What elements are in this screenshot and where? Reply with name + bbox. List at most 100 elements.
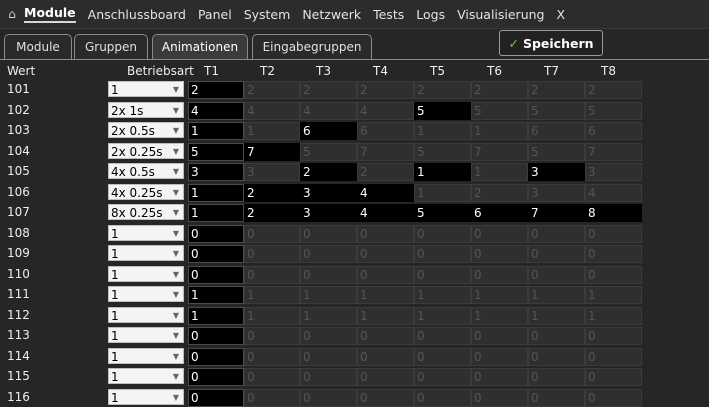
cell-t2[interactable]: 7 [244, 142, 300, 161]
betriebsart-select[interactable]: 4x 0.25s ▼ [108, 183, 184, 200]
cell-t1[interactable]: 5 [188, 142, 244, 161]
save-button[interactable]: ✓ Speichern [499, 30, 603, 56]
cell-t7[interactable]: 1 [528, 286, 585, 304]
betriebsart-select[interactable]: 1 ▼ [108, 306, 184, 323]
cell-t3[interactable]: 0 [300, 265, 357, 284]
cell-t7[interactable]: 6 [528, 122, 585, 140]
cell-t2[interactable]: 0 [244, 265, 300, 284]
cell-t2[interactable]: 2 [244, 204, 300, 222]
cell-t4[interactable]: 2 [357, 163, 414, 181]
betriebsart-select[interactable]: 8x 0.25s ▼ [108, 204, 184, 220]
cell-t5[interactable]: 5 [414, 101, 471, 120]
cell-t4[interactable]: 0 [357, 224, 414, 243]
cell-t7[interactable]: 2 [528, 81, 585, 99]
betriebsart-select[interactable]: 2x 0.25s ▼ [108, 142, 184, 159]
cell-t8[interactable]: 1 [585, 286, 642, 304]
betriebsart-select[interactable]: 2x 1s ▼ [108, 101, 184, 118]
cell-t3[interactable]: 0 [300, 245, 357, 263]
cell-t4[interactable]: 4 [357, 101, 414, 120]
cell-t6[interactable]: 0 [471, 245, 528, 263]
cell-t5[interactable]: 0 [414, 347, 471, 366]
cell-t3[interactable]: 3 [300, 204, 357, 222]
nav-item-netzwerk[interactable]: Netzwerk [302, 7, 361, 22]
cell-t1[interactable]: 1 [188, 183, 244, 202]
nav-item-tests[interactable]: Tests [373, 7, 404, 22]
home-icon[interactable]: ⌂ [0, 7, 24, 21]
cell-t7[interactable]: 7 [528, 204, 585, 222]
cell-t3[interactable]: 0 [300, 327, 357, 345]
cell-t4[interactable]: 1 [357, 306, 414, 325]
betriebsart-select[interactable]: 1 ▼ [108, 347, 184, 364]
cell-t6[interactable]: 7 [471, 142, 528, 161]
tab-eingabegruppen[interactable]: Eingabegruppen [252, 34, 372, 59]
cell-t8[interactable]: 2 [585, 81, 642, 99]
cell-t3[interactable]: 4 [300, 101, 357, 120]
cell-t7[interactable]: 0 [528, 347, 585, 366]
cell-t4[interactable]: 2 [357, 81, 414, 99]
cell-t1[interactable]: 4 [188, 101, 244, 120]
cell-t5[interactable]: 1 [414, 306, 471, 325]
nav-item-visualisierung[interactable]: Visualisierung [457, 7, 544, 22]
cell-t7[interactable]: 0 [528, 224, 585, 243]
cell-t6[interactable]: 1 [471, 306, 528, 325]
cell-t4[interactable]: 0 [357, 347, 414, 366]
cell-t6[interactable]: 0 [471, 347, 528, 366]
betriebsart-select[interactable]: 1 ▼ [108, 265, 184, 282]
cell-t8[interactable]: 0 [585, 347, 642, 366]
cell-t6[interactable]: 0 [471, 327, 528, 345]
betriebsart-select[interactable]: 4x 0.5s ▼ [108, 163, 184, 179]
cell-t8[interactable]: 0 [585, 245, 642, 263]
cell-t8[interactable]: 4 [585, 183, 642, 202]
cell-t8[interactable]: 1 [585, 306, 642, 325]
cell-t1[interactable]: 0 [188, 245, 244, 263]
betriebsart-select[interactable]: 1 ▼ [108, 224, 184, 241]
cell-t7[interactable]: 0 [528, 265, 585, 284]
cell-t6[interactable]: 0 [471, 368, 528, 386]
cell-t4[interactable]: 6 [357, 122, 414, 140]
cell-t8[interactable]: 0 [585, 388, 642, 407]
cell-t2[interactable]: 2 [244, 81, 300, 99]
cell-t3[interactable]: 0 [300, 224, 357, 243]
cell-t4[interactable]: 4 [357, 204, 414, 222]
cell-t6[interactable]: 0 [471, 224, 528, 243]
cell-t6[interactable]: 2 [471, 81, 528, 99]
cell-t2[interactable]: 1 [244, 286, 300, 304]
cell-t5[interactable]: 5 [414, 142, 471, 161]
cell-t1[interactable]: 1 [188, 204, 244, 222]
betriebsart-select[interactable]: 1 ▼ [108, 327, 184, 343]
cell-t1[interactable]: 3 [188, 163, 244, 181]
cell-t3[interactable]: 2 [300, 81, 357, 99]
cell-t1[interactable]: 0 [188, 224, 244, 243]
nav-item-x[interactable]: X [556, 7, 565, 22]
cell-t2[interactable]: 4 [244, 101, 300, 120]
betriebsart-select[interactable]: 1 ▼ [108, 245, 184, 261]
nav-item-anschlussboard[interactable]: Anschlussboard [88, 7, 186, 22]
betriebsart-select[interactable]: 1 ▼ [108, 368, 184, 384]
cell-t4[interactable]: 0 [357, 327, 414, 345]
tab-gruppen[interactable]: Gruppen [74, 34, 148, 59]
cell-t6[interactable]: 1 [471, 122, 528, 140]
cell-t7[interactable]: 5 [528, 142, 585, 161]
cell-t8[interactable]: 0 [585, 224, 642, 243]
cell-t5[interactable]: 0 [414, 327, 471, 345]
cell-t2[interactable]: 1 [244, 306, 300, 325]
cell-t4[interactable]: 4 [357, 183, 414, 202]
nav-item-module[interactable]: Module [24, 5, 76, 23]
tab-animationen[interactable]: Animationen [152, 34, 248, 59]
cell-t3[interactable]: 2 [300, 163, 357, 181]
cell-t1[interactable]: 1 [188, 306, 244, 325]
cell-t1[interactable]: 2 [188, 81, 244, 99]
cell-t6[interactable]: 0 [471, 265, 528, 284]
cell-t2[interactable]: 3 [244, 163, 300, 181]
cell-t7[interactable]: 3 [528, 163, 585, 181]
cell-t5[interactable]: 0 [414, 245, 471, 263]
betriebsart-select[interactable]: 1 ▼ [108, 81, 184, 97]
cell-t5[interactable]: 0 [414, 388, 471, 407]
cell-t7[interactable]: 0 [528, 388, 585, 407]
cell-t5[interactable]: 5 [414, 204, 471, 222]
cell-t8[interactable]: 8 [585, 204, 642, 222]
cell-t4[interactable]: 0 [357, 388, 414, 407]
cell-t2[interactable]: 1 [244, 122, 300, 140]
cell-t8[interactable]: 0 [585, 265, 642, 284]
nav-item-panel[interactable]: Panel [198, 7, 232, 22]
